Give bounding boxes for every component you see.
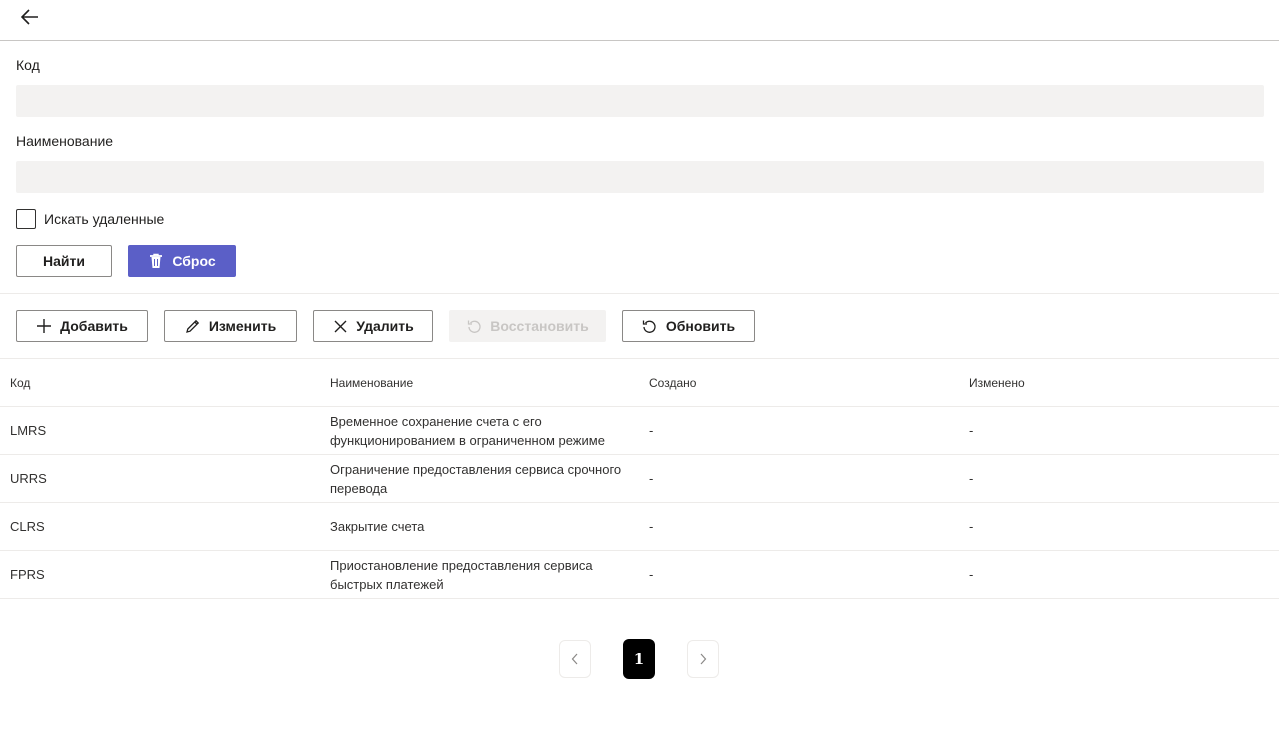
undo-icon xyxy=(466,318,482,334)
name-input[interactable] xyxy=(16,161,1264,193)
cell-created: - xyxy=(649,471,654,486)
table-row[interactable]: LMRS Временное сохранение счета с его фу… xyxy=(0,407,1279,455)
code-input[interactable] xyxy=(16,85,1264,117)
reset-button[interactable]: Сброс xyxy=(128,245,236,277)
table-row[interactable]: URRS Ограничение предоставления сервиса … xyxy=(0,455,1279,503)
add-button-label: Добавить xyxy=(60,318,128,334)
add-button[interactable]: Добавить xyxy=(16,310,148,342)
edit-button[interactable]: Изменить xyxy=(164,310,297,342)
delete-button-label: Удалить xyxy=(356,318,414,334)
pagination: 1 xyxy=(559,639,719,679)
cell-created: - xyxy=(649,519,654,534)
chevron-right-icon xyxy=(700,653,707,665)
chevron-left-icon xyxy=(571,653,578,665)
arrow-left-icon xyxy=(21,9,38,25)
search-deleted-label: Искать удаленные xyxy=(44,211,165,227)
reset-button-label: Сброс xyxy=(172,253,216,269)
refresh-button[interactable]: Обновить xyxy=(622,310,755,342)
cell-modified: - xyxy=(969,567,974,582)
column-header-created[interactable]: Создано xyxy=(639,376,959,390)
data-table: Код Наименование Создано Изменено LMRS В… xyxy=(0,359,1279,599)
cell-code: URRS xyxy=(10,471,47,486)
cell-code: FPRS xyxy=(10,567,45,582)
column-header-code[interactable]: Код xyxy=(0,376,320,390)
search-deleted-checkbox[interactable] xyxy=(16,209,36,229)
code-label: Код xyxy=(16,57,40,73)
restore-button[interactable]: Восстановить xyxy=(449,310,606,342)
filters-divider xyxy=(0,293,1279,294)
back-button[interactable] xyxy=(18,5,42,29)
refresh-button-label: Обновить xyxy=(665,318,736,334)
cell-modified: - xyxy=(969,519,974,534)
cell-created: - xyxy=(649,567,654,582)
table-row[interactable]: FPRS Приостановление предоставления серв… xyxy=(0,551,1279,599)
pencil-icon xyxy=(185,318,201,334)
close-icon xyxy=(332,318,348,334)
cell-name: Закрытие счета xyxy=(330,519,425,534)
column-header-name[interactable]: Наименование xyxy=(320,376,639,390)
page-number-current[interactable]: 1 xyxy=(623,639,655,679)
plus-icon xyxy=(36,318,52,334)
cell-name: Временное сохранение счета с его функцио… xyxy=(330,413,605,448)
cell-modified: - xyxy=(969,471,974,486)
cell-code: CLRS xyxy=(10,519,45,534)
name-label: Наименование xyxy=(16,133,114,149)
table-header: Код Наименование Создано Изменено xyxy=(0,359,1279,407)
next-page-button[interactable] xyxy=(687,640,719,678)
find-button-label: Найти xyxy=(43,253,85,269)
prev-page-button[interactable] xyxy=(559,640,591,678)
restore-button-label: Восстановить xyxy=(490,318,589,334)
cell-name: Ограничение предоставления сервиса срочн… xyxy=(330,461,622,496)
refresh-icon xyxy=(642,318,658,334)
cell-code: LMRS xyxy=(10,423,47,438)
cell-modified: - xyxy=(969,423,974,438)
delete-button[interactable]: Удалить xyxy=(313,310,433,342)
top-bar xyxy=(0,0,1279,41)
find-button[interactable]: Найти xyxy=(16,245,112,277)
cell-name: Приостановление предоставления сервиса б… xyxy=(330,557,593,592)
trash-icon xyxy=(148,253,164,269)
edit-button-label: Изменить xyxy=(208,318,277,334)
table-row[interactable]: CLRS Закрытие счета - - xyxy=(0,503,1279,551)
column-header-modified[interactable]: Изменено xyxy=(959,376,1279,390)
cell-created: - xyxy=(649,423,654,438)
search-deleted-row: Искать удаленные xyxy=(16,209,164,229)
